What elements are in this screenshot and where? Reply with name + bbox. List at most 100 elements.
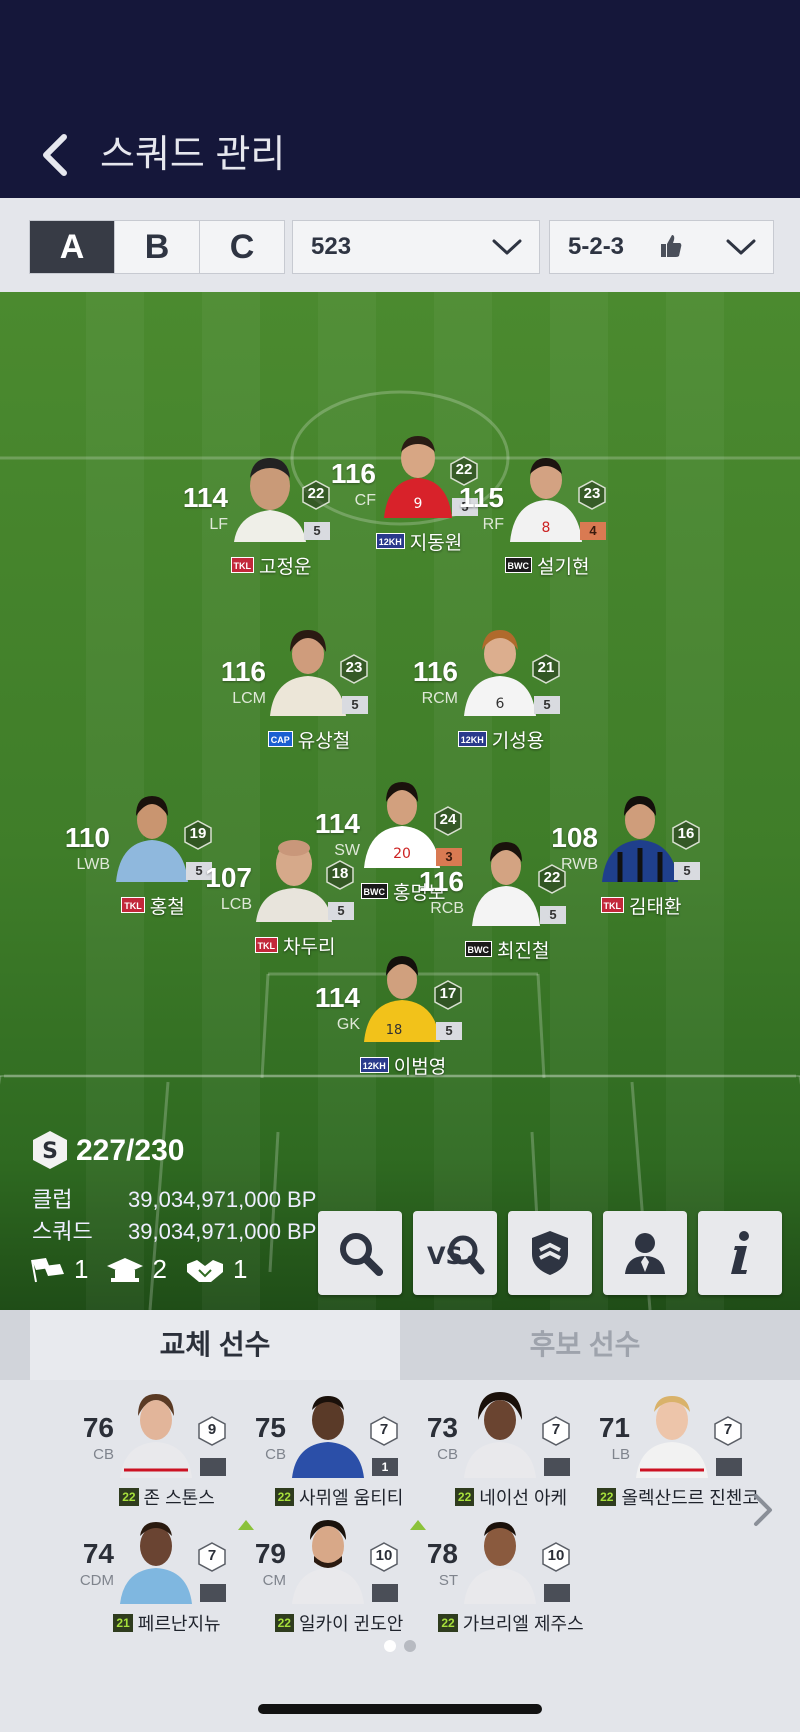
player-name: 김태환 [629, 896, 682, 918]
chevron-right-icon[interactable] [748, 1490, 778, 1530]
season-badge: 22 [438, 1614, 458, 1632]
level-badge: 5 [534, 696, 560, 714]
svg-text:18: 18 [386, 1023, 403, 1038]
tab-reserves[interactable]: 후보 선수 [400, 1310, 770, 1380]
sub-player-card[interactable]: 76 CB 9 22 존 스톤스 [50, 1390, 230, 1510]
upgrade-hex: 16 [672, 820, 700, 850]
bench-panel: 교체 선수 후보 선수 76 CB 9 22 존 스톤스 75 CB 7 1 2… [0, 1310, 800, 1732]
player-ovr: 107 [205, 862, 252, 893]
upgrade-hex: 7 [714, 1416, 742, 1446]
back-button[interactable] [32, 130, 76, 180]
level-badge: 5 [436, 1022, 462, 1040]
player-portrait [270, 630, 346, 716]
player-ovr: 116 [330, 458, 376, 489]
level-badge [544, 1584, 570, 1602]
player-position: CF [354, 492, 376, 509]
player-position: CDM [79, 1572, 114, 1589]
player-position: CM [262, 1572, 286, 1589]
player-position: GK [336, 1016, 360, 1033]
sub-player-card[interactable]: 71 LB 7 22 올렉산드르 진첸코 [566, 1390, 759, 1510]
svg-text:9: 9 [414, 496, 423, 512]
player-position: ST [438, 1572, 458, 1589]
sub-player-card[interactable]: 75 CB 7 1 22 사뮈엘 움티티 [222, 1390, 403, 1510]
tactic-value: 5-2-3 [568, 233, 625, 260]
player-ovr: 110 [64, 822, 110, 853]
player-ovr: 116 [412, 656, 458, 687]
compare-button[interactable]: VS [413, 1211, 497, 1295]
sub-player-card[interactable]: 73 CB 7 22 네이선 아케 [394, 1390, 574, 1510]
player-portrait [292, 1396, 364, 1478]
player-card-lcm[interactable]: 116 LCM 23 5 CAP 유상철 [206, 626, 396, 766]
player-position: CB [93, 1446, 114, 1463]
sub-player-card[interactable]: 78 ST 10 22 가브리엘 제주스 [394, 1516, 584, 1636]
svg-text:S: S [42, 1139, 58, 1164]
upgrade-hex: 23 [578, 480, 606, 510]
search-player-button[interactable] [318, 1211, 402, 1295]
season-badge: CAP [267, 731, 293, 747]
player-card-lcb[interactable]: 107 LCB 18 5 TKL 차두리 [192, 832, 382, 972]
manager-button[interactable] [603, 1211, 687, 1295]
player-position: LB [611, 1446, 630, 1463]
graduation-cap-icon [107, 1257, 144, 1282]
season-badge: 22 [274, 1488, 294, 1506]
season-badge: TKL [230, 557, 255, 573]
page-dot-active[interactable] [384, 1640, 396, 1652]
svg-text:6: 6 [496, 696, 505, 712]
season-badge: 21 [113, 1614, 133, 1632]
handshake-count: 1 [232, 1254, 248, 1284]
squad-stats: S 227/230 클럽 39,034,971,000 BP 스쿼드 39,034,… [30, 1130, 320, 1300]
page-dot[interactable] [404, 1640, 416, 1652]
player-card-gk[interactable]: 114 GK 18 17 5 12KH 이범영 [300, 952, 490, 1092]
season-badge: 12KH [457, 731, 487, 747]
player-name: 네이선 아케 [479, 1488, 568, 1508]
chevron-down-icon [492, 239, 522, 255]
level-badge: 4 [580, 522, 606, 540]
team-color-button[interactable] [508, 1211, 592, 1295]
chevron-down-icon [726, 239, 756, 255]
level-badge: 5 [342, 696, 368, 714]
player-position: RF [482, 516, 504, 533]
player-position: LCM [232, 690, 266, 707]
player-portrait [120, 1522, 192, 1604]
player-name: 존 스톤스 [143, 1488, 215, 1508]
season-badge: 22 [597, 1488, 617, 1506]
tactic-dropdown[interactable]: 5-2-3 [549, 220, 774, 274]
form-up-icon [410, 1520, 426, 1530]
upgrade-hex: 22 [538, 864, 566, 894]
squad-tab-c[interactable]: C [200, 221, 284, 273]
formation-dropdown[interactable]: 523 [292, 220, 540, 274]
player-position: LWB [76, 856, 110, 873]
squad-tab-b[interactable]: B [115, 221, 200, 273]
thumbs-up-icon [661, 235, 682, 257]
season-badge: 22 [274, 1614, 294, 1632]
player-nameplate: BWC 설기현 [472, 552, 622, 578]
vs-search-icon: VS [427, 1235, 485, 1275]
player-card-rcm[interactable]: 116 RCM 6 21 5 12KH 기성용 [398, 626, 588, 766]
player-portrait [636, 1396, 708, 1478]
season-badge: 22 [119, 1488, 139, 1506]
app-header: 스쿼드 관리 [0, 110, 800, 198]
player-position: RCM [421, 690, 458, 707]
player-nameplate: 12KH 이범영 [328, 1052, 478, 1078]
upgrade-hex: 10 [542, 1542, 570, 1572]
player-portrait [116, 796, 188, 882]
info-button[interactable] [698, 1211, 782, 1295]
bench-tabs: 교체 선수 후보 선수 [0, 1310, 800, 1380]
player-ovr: 116 [220, 656, 266, 687]
upgrade-hex: 21 [532, 654, 560, 684]
squad-tab-a[interactable]: A [30, 221, 115, 273]
player-ovr: 115 [458, 482, 504, 513]
level-badge: 5 [328, 902, 354, 920]
player-ovr: 79 [254, 1538, 286, 1569]
sub-player-card[interactable]: 74 CDM 7 21 페르난지뉴 [50, 1516, 230, 1636]
formation-value: 523 [311, 233, 352, 260]
sub-player-card[interactable]: 79 CM 10 22 일카이 귄도안 [222, 1516, 403, 1636]
cap-count: 2 [152, 1254, 167, 1284]
tab-substitutes[interactable]: 교체 선수 [30, 1310, 400, 1380]
player-name: 기성용 [491, 730, 545, 752]
player-portrait: 8 [510, 458, 582, 542]
player-nameplate: CAP 유상철 [234, 726, 384, 752]
player-card-rf[interactable]: 115 RF 8 23 4 BWC 설기현 [444, 452, 634, 592]
salary-value: 227/230 [76, 1134, 185, 1167]
player-ovr: 114 [314, 982, 360, 1013]
